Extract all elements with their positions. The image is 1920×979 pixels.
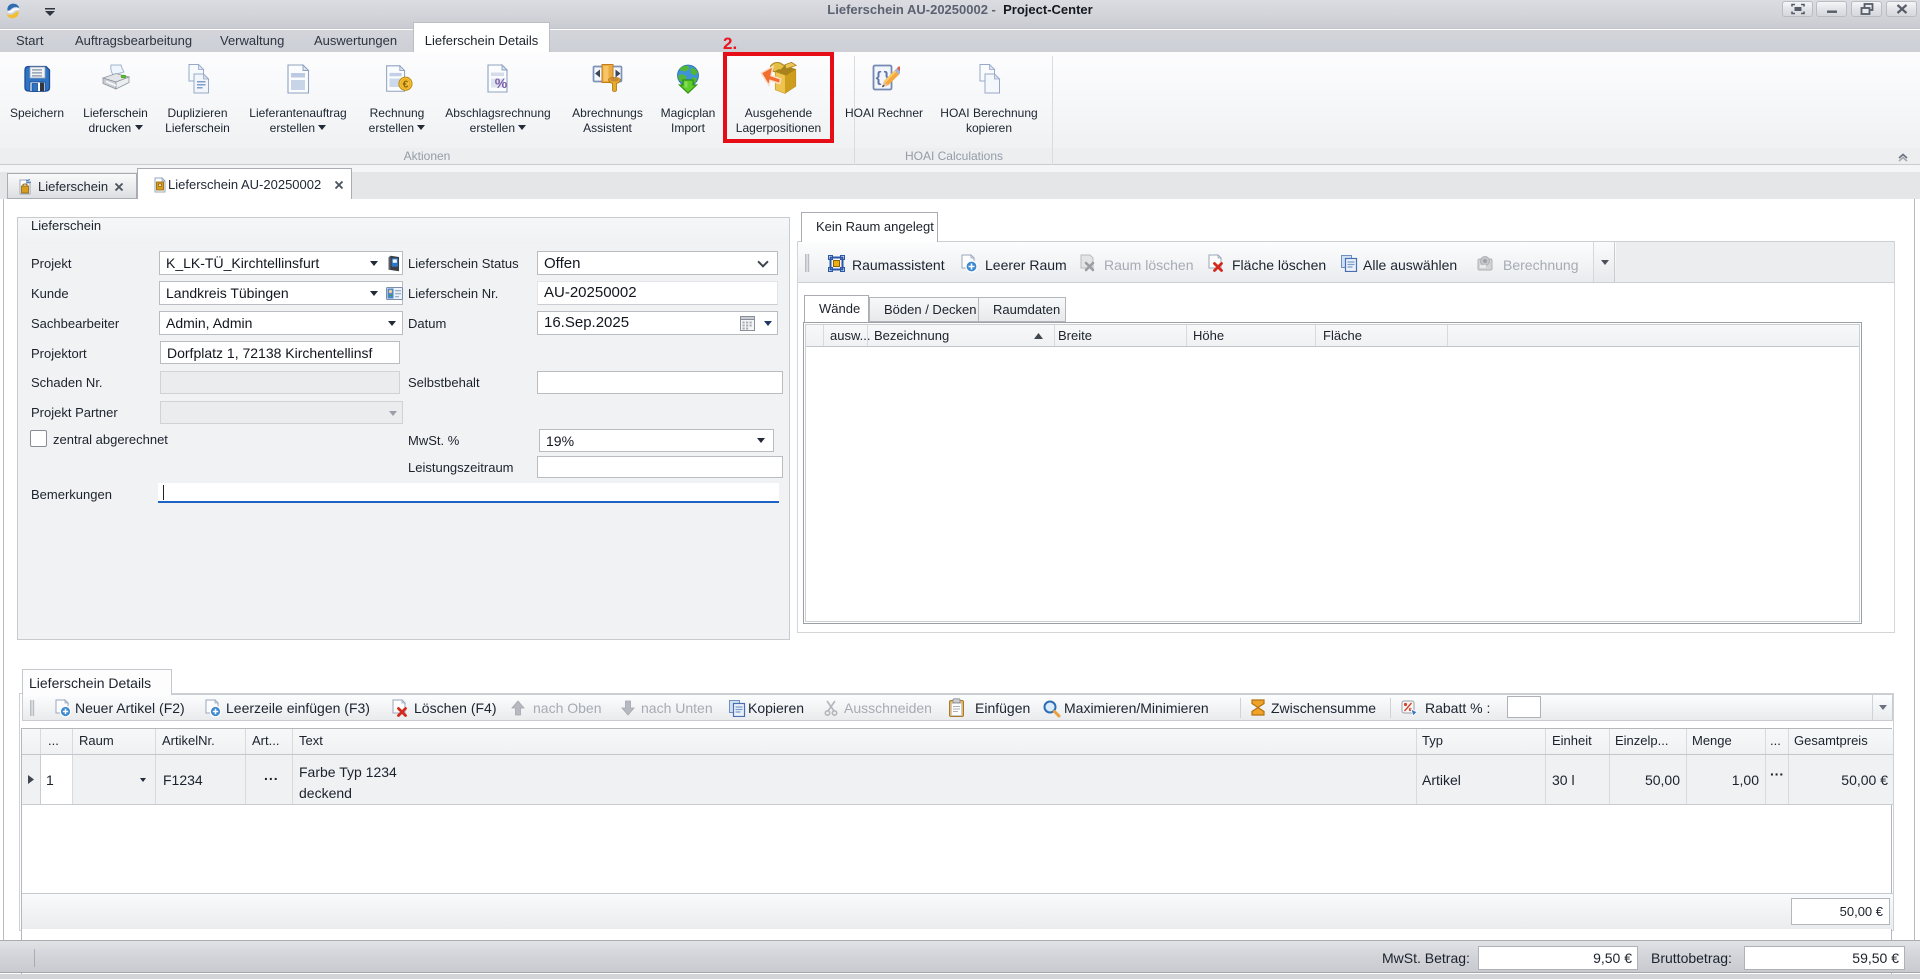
svg-text:{: { [876, 69, 882, 86]
svg-text:%: % [495, 75, 508, 91]
svg-text:€: € [403, 79, 409, 90]
